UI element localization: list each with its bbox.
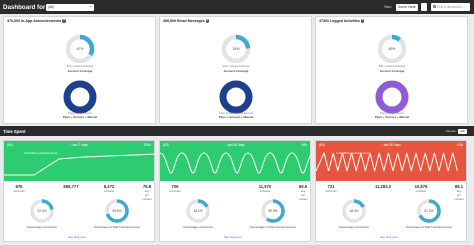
search-icon — [432, 4, 436, 8]
see-segment-link[interactable]: See Segment — [224, 235, 242, 239]
time-spent-card: (All) ↓ last 90 days 3.5h 1,476,000 (cumula… — [315, 140, 467, 242]
stat-block: 888,777 — [63, 184, 78, 189]
stat-caption: contacts — [415, 189, 427, 193]
view-select-value: Some View — [398, 5, 416, 9]
activity-caption: Plays + Surveys + Manual — [374, 115, 410, 119]
search-input[interactable]: Find a dashboard... — [431, 3, 470, 11]
coverage-percent: 24% — [232, 47, 240, 51]
scope-select-value: (All) — [48, 5, 55, 9]
stat-value: 11,283.2 — [374, 184, 392, 189]
see-segment-link[interactable]: See Segment — [380, 235, 398, 239]
coverage-caption: Account Coverage — [223, 69, 249, 73]
sparkline-chart — [316, 151, 458, 172]
stat-block: 11,970 contacts — [259, 184, 272, 193]
coverage-legend: 67% / Account Coverage — [66, 65, 94, 68]
more-button[interactable] — [421, 3, 427, 11]
search-placeholder: Find a dashboard... — [437, 5, 465, 9]
view-label: View: — [384, 5, 392, 9]
activity-legend: Plays Surveys Manual — [380, 112, 404, 115]
stat-caption: accounts — [169, 189, 181, 193]
overview-card: 47391 Logged Activities? 89% Account Cover… — [315, 16, 468, 124]
accounts-percent: 22.4% — [37, 209, 47, 213]
activity-total: 330,000 — [230, 95, 242, 99]
activity-caption: Plays + Surveys + Manual — [62, 115, 98, 119]
activity-legend: Plays Surveys Manual External — [219, 112, 253, 115]
sparkline-line — [316, 151, 458, 172]
stat-caption: contacts — [259, 189, 271, 193]
contract-percent: 69.9% — [112, 209, 122, 213]
stat-block: 11,283.2 — [375, 184, 391, 189]
sparkline-band: (All) ↑ last 30 days 66h — [160, 141, 312, 181]
contract-caption: Percentage of Total Contract Amount — [94, 225, 140, 229]
contract-percent: 67.2% — [424, 209, 434, 213]
activity-caption: Plays + Surveys + Manual — [218, 115, 254, 119]
view-select[interactable]: Some View — [396, 3, 418, 11]
stat-block: 721 accounts — [325, 184, 336, 193]
activity-total: 370,000 — [74, 95, 86, 99]
sparkline-chart — [160, 152, 312, 174]
stat-block: 876 accounts — [13, 184, 24, 193]
contract-caption: Percentage of Total Contract Amount — [250, 225, 296, 229]
coverage-legend: 89% / Account Coverage — [378, 65, 406, 68]
activity-legend: Plays Surveys Manual — [68, 112, 92, 115]
stat-block: 10,876 contacts — [415, 184, 428, 193]
accounts-caption: Percentage of Accounts — [339, 225, 369, 229]
section-title: Time Spent — [3, 128, 26, 134]
accounts-percent: 18.4% — [349, 209, 359, 213]
stat-caption: accounts — [13, 189, 25, 193]
sparkline-chart — [4, 153, 156, 176]
stat-caption: accounts — [325, 189, 337, 193]
coverage-percent: 89% — [388, 47, 396, 51]
coverage-legend: 24% / Account Coverage — [222, 65, 250, 68]
coverage-percent: 67% — [76, 47, 84, 51]
accounts-caption: Percentage of Accounts — [27, 225, 57, 229]
sparkline-line — [160, 152, 312, 174]
scope-select[interactable]: (All) — [46, 3, 94, 11]
chevron-down-icon — [414, 5, 416, 7]
stat-block: 8,472 contacts — [104, 184, 114, 193]
stat-value: 888,777 — [63, 184, 79, 189]
accounts-percent: 18.1% — [193, 209, 203, 213]
page-title: Dashboard for — [3, 3, 46, 11]
time-spent-card: (All) ↑ last 30 days 66h 706 accounts 11,970 c… — [159, 140, 312, 242]
coverage-caption: Account Coverage — [379, 69, 405, 73]
sparkline-band: (All) ↑ last 7 days 200h 4,013,000 (cumulat… — [4, 141, 156, 181]
sparkline-band: (All) ↓ last 90 days 3.5h 1,476,000 (cumula… — [316, 141, 466, 181]
accounts-caption: Percentage of Accounts — [183, 225, 213, 229]
contract-percent: 59.9% — [268, 209, 278, 213]
chevron-down-icon — [90, 5, 92, 7]
sparkline-line — [4, 153, 156, 176]
overview-card: 370,000 In-App Announcements? 67% Account … — [3, 16, 156, 124]
time-spent-card: (All) ↑ last 7 days 200h 4,013,000 (cumulat… — [3, 140, 156, 242]
module-select[interactable]: (All) — [458, 128, 467, 134]
coverage-caption: Account Coverage — [67, 69, 93, 73]
overview-card: 350,000 Email Messages? 24% Account Covera… — [159, 16, 312, 124]
see-segment-link[interactable]: See Segment — [68, 235, 86, 239]
stat-caption: contacts — [103, 189, 115, 193]
stat-block: 706 accounts — [169, 184, 180, 193]
time-spent-header: Time Spent Module: (All) — [0, 126, 474, 136]
contract-caption: Percentage of Total Contract Amount — [406, 225, 452, 229]
module-label: Module: — [446, 129, 457, 133]
activity-total: 47,391 — [387, 95, 397, 99]
